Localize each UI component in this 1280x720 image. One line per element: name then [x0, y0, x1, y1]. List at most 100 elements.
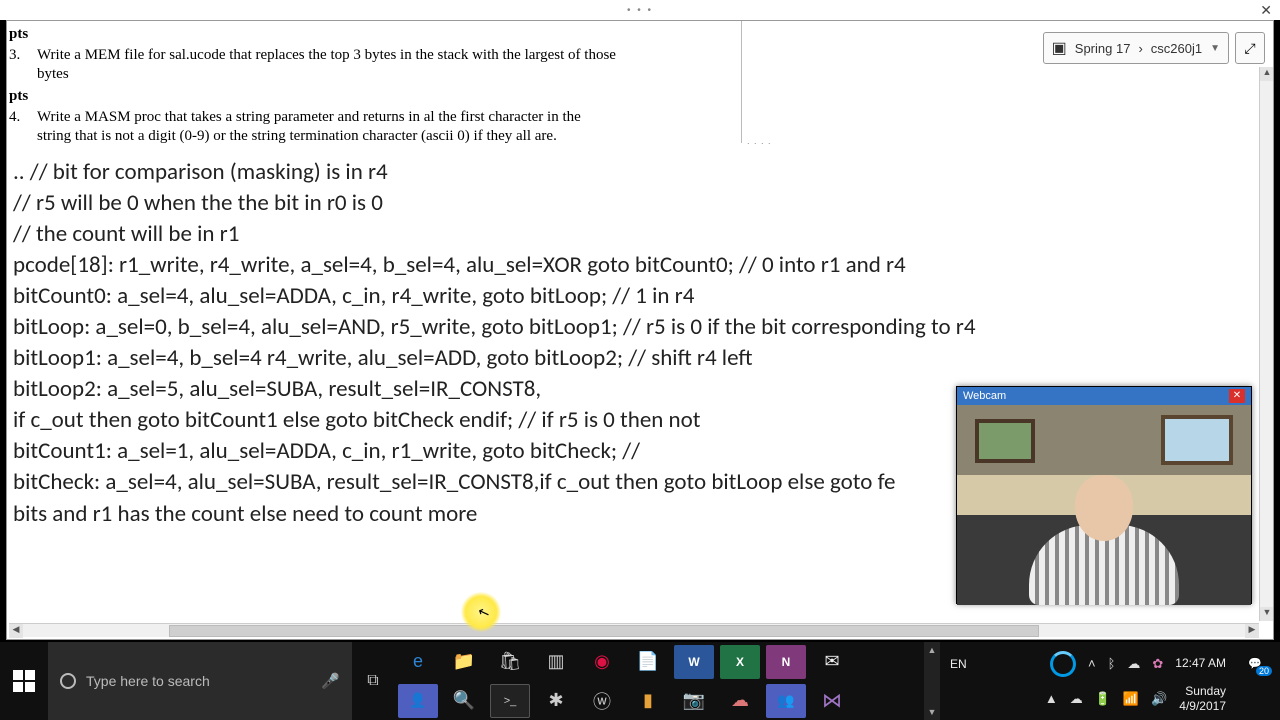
question-3: 3. Write a MEM file for sal.ucode that r… [9, 46, 739, 84]
notebook-dropdown[interactable]: ▣ Spring 17 › csc260j1 ▼ [1043, 32, 1229, 64]
task-view-button[interactable]: ⧉ [352, 642, 394, 720]
tray-app-icon[interactable]: ☁ [1070, 691, 1083, 707]
tray-app-icon[interactable]: ✿ [1152, 656, 1163, 672]
scroll-left-icon[interactable]: ◀ [9, 624, 23, 638]
notepad-icon: 📄 [637, 651, 659, 672]
camera-icon: 📷 [683, 690, 705, 711]
word-app[interactable]: W [674, 645, 714, 679]
clock-date: 4/9/2017 [1179, 699, 1226, 713]
question-4: 4. Write a MASM proc that takes a string… [9, 108, 739, 146]
taskbar-clock[interactable]: 12:47 AM [1175, 656, 1226, 670]
cmd-icon: >_ [504, 695, 517, 707]
store-app[interactable]: 🛍 [490, 645, 530, 679]
scroll-up-icon[interactable]: ▲ [928, 645, 937, 655]
scroll-down-icon[interactable]: ▼ [928, 707, 937, 717]
taskbar-apps: e 📁 🛍 ▥ ◉ 📄 W X N ✉ 👤 🔍 >_ ✱ ⓦ ▮ 📷 ☁ 👥 ⋈ [394, 642, 924, 720]
wifi-icon[interactable]: 📶 [1123, 691, 1139, 707]
scroll-up-icon[interactable]: ▲ [1260, 67, 1274, 81]
edge-app[interactable]: e [398, 645, 438, 679]
cortana-icon[interactable] [1050, 651, 1076, 677]
webcam-video [957, 405, 1251, 605]
vertical-scrollbar[interactable]: ▲ ▼ [1259, 67, 1273, 621]
cmd-app[interactable]: >_ [490, 684, 530, 718]
windows-taskbar: Type here to search 🎤 ⧉ e 📁 🛍 ▥ ◉ 📄 W X … [0, 642, 1280, 720]
wp-icon: ⓦ [593, 688, 611, 714]
chrome-app[interactable]: ◉ [582, 645, 622, 679]
scroll-thumb[interactable] [169, 625, 1039, 637]
battery-icon[interactable]: 🔋 [1095, 691, 1111, 707]
visual-studio-app[interactable]: ⋈ [812, 684, 852, 718]
people-app[interactable]: 👥 [766, 684, 806, 718]
volume-icon[interactable]: 🔊 [1151, 691, 1167, 707]
wordpress-app[interactable]: ⓦ [582, 684, 622, 718]
horizontal-scrollbar[interactable]: ◀ ▶ [9, 623, 1259, 637]
store-icon: 🛍 [499, 651, 522, 672]
mail-app[interactable]: ✉ [812, 645, 852, 679]
points-label-3: pts [9, 25, 739, 44]
code-line: .. // bit for comparison (masking) is in… [7, 157, 1255, 188]
chrome-icon: ◉ [594, 651, 610, 672]
close-button[interactable]: ✕ [1260, 2, 1272, 19]
webcam-title-text: Webcam [963, 390, 1006, 402]
code-line: // the count will be in r1 [7, 219, 1255, 250]
webcam-bg-picture [1161, 415, 1233, 465]
webcam-titlebar[interactable]: Webcam ✕ [957, 387, 1251, 405]
skype-icon: ☁ [731, 690, 749, 711]
taskbar-search[interactable]: Type here to search 🎤 [48, 642, 352, 720]
onenote-app[interactable]: N [766, 645, 806, 679]
q3-text: Write a MEM file for sal.ucode that repl… [37, 46, 617, 84]
vs-icon: ⋈ [822, 688, 842, 713]
microphone-icon[interactable]: 🎤 [321, 672, 340, 690]
task-view-icon: ⧉ [367, 672, 378, 690]
expand-button[interactable]: ⤢ [1235, 32, 1265, 64]
taskbar-app[interactable]: ▮ [628, 684, 668, 718]
clock-day: Sunday [1179, 684, 1226, 698]
breadcrumb-bar: ▣ Spring 17 › csc260j1 ▼ ⤢ [1043, 31, 1265, 65]
magnify-icon: 🔍 [453, 690, 475, 711]
taskbar-overflow-scrollbar[interactable]: ▲ ▼ [924, 642, 940, 720]
file-explorer-app[interactable]: 📁 [444, 645, 484, 679]
settings-app[interactable]: ✱ [536, 684, 576, 718]
language-indicator[interactable]: EN [950, 657, 967, 671]
notepad-app[interactable]: 📄 [628, 645, 668, 679]
onenote-icon: N [782, 655, 791, 669]
systray-row-bottom: ▲ ☁ 🔋 📶 🔊 Sunday 4/9/2017 [944, 681, 1272, 716]
points-label-4: pts [9, 87, 739, 106]
tray-chevron-icon[interactable]: ˄ [1088, 656, 1096, 671]
pane-resize-dots[interactable]: . . . . [747, 136, 772, 146]
tray-app-icon[interactable]: ▲ [1045, 691, 1058, 706]
scroll-right-icon[interactable]: ▶ [1245, 624, 1259, 638]
titlebar-drag-dots[interactable]: • • • [0, 5, 1280, 16]
excel-app[interactable]: X [720, 645, 760, 679]
start-button[interactable] [0, 642, 48, 720]
camera-app[interactable]: 📷 [674, 684, 714, 718]
notification-badge: 20 [1256, 666, 1272, 676]
code-line: // r5 will be 0 when the the bit in r0 i… [7, 188, 1255, 219]
mail-icon: ✉ [824, 651, 839, 672]
webcam-window[interactable]: Webcam ✕ [956, 386, 1252, 604]
section-name: csc260j1 [1151, 41, 1202, 56]
webcam-close-button[interactable]: ✕ [1229, 389, 1245, 403]
taskbar-date[interactable]: Sunday 4/9/2017 [1179, 684, 1226, 713]
people-icon: 👥 [777, 692, 794, 709]
taskbar-app[interactable]: ▥ [536, 645, 576, 679]
skype-app[interactable]: ☁ [720, 684, 760, 718]
settings-icon: ✱ [548, 690, 563, 711]
folder-icon: 📁 [453, 651, 475, 672]
code-line: pcode[18]: r1_write, r4_write, a_sel=4, … [7, 250, 1255, 281]
systray-row-top: EN ˄ ᛒ ☁ ✿ 12:47 AM 💬 20 [944, 646, 1272, 681]
code-line: bitLoop: a_sel=0, b_sel=4, alu_sel=AND, … [7, 312, 1255, 343]
teams-app[interactable]: 👤 [398, 684, 438, 718]
cortana-circle-icon [60, 673, 76, 689]
bluetooth-icon[interactable]: ᛒ [1108, 656, 1116, 671]
windows-logo-icon [13, 670, 35, 692]
app-icon: ▥ [547, 651, 564, 672]
q3-number: 3. [9, 46, 29, 84]
onedrive-icon[interactable]: ☁ [1127, 656, 1140, 672]
code-line: bitCount0: a_sel=4, alu_sel=ADDA, c_in, … [7, 281, 1255, 312]
webcam-bg-picture [975, 419, 1035, 463]
app-icon: ▮ [643, 690, 653, 711]
action-center-button[interactable]: 💬 20 [1238, 650, 1272, 678]
magnifier-app[interactable]: 🔍 [444, 684, 484, 718]
scroll-down-icon[interactable]: ▼ [1260, 607, 1274, 621]
